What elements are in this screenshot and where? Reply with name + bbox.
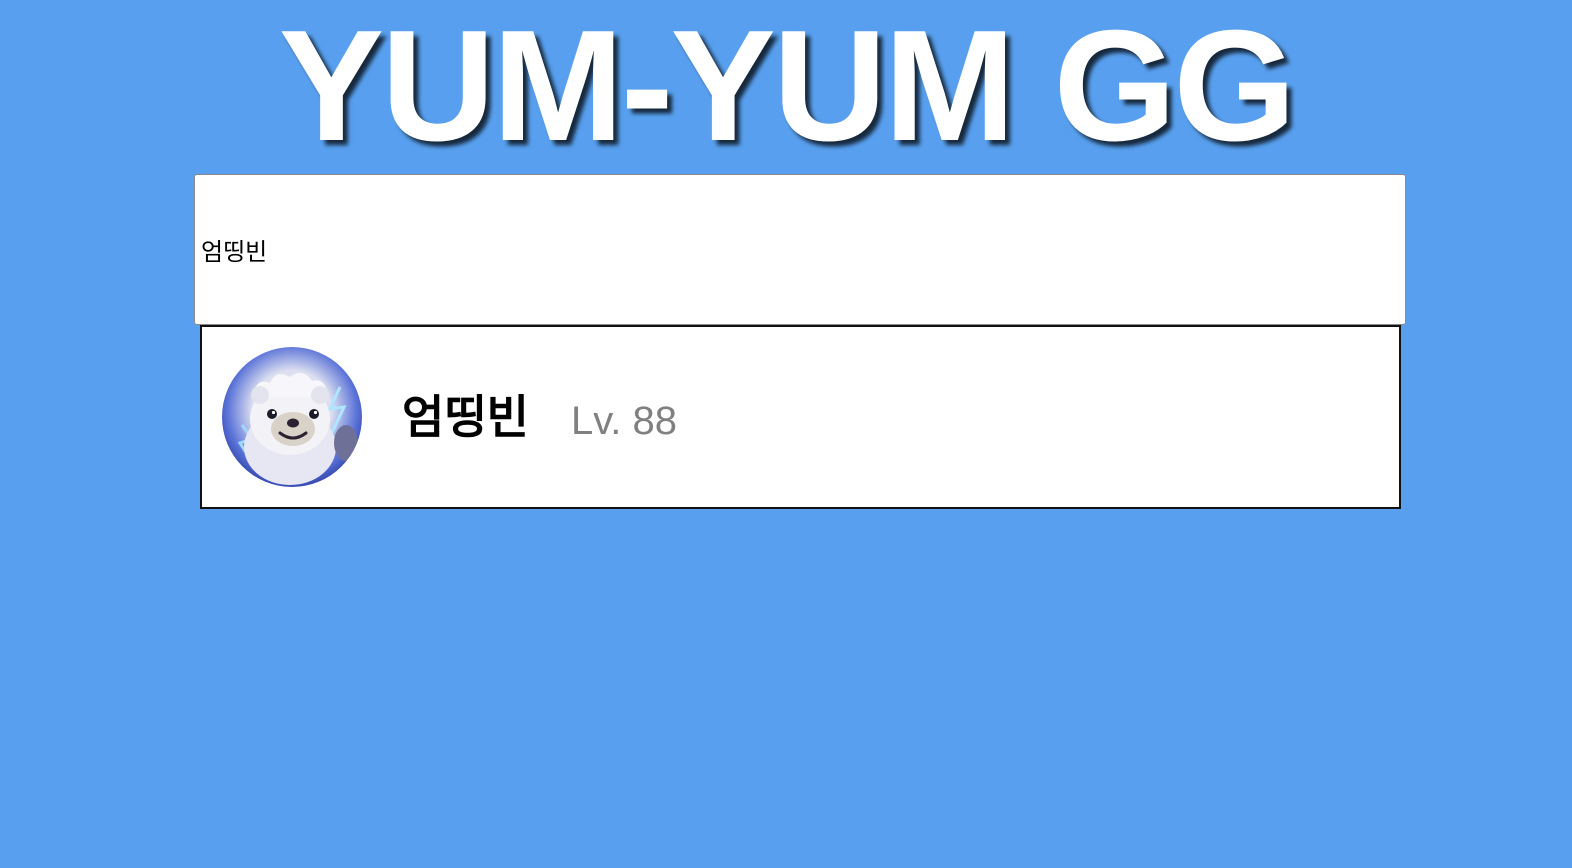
summoner-avatar bbox=[222, 347, 362, 487]
page: YUM-YUM GG 엄띵빈 엄띵빈 Lv. 88 bbox=[0, 0, 1572, 868]
summoner-search-input[interactable] bbox=[194, 174, 1406, 325]
site-logo[interactable]: YUM-YUM GG bbox=[0, 0, 1572, 172]
summoner-level: Lv. 88 bbox=[570, 399, 677, 443]
snow-bear-profile-icon bbox=[237, 372, 358, 485]
summoner-name: 엄띵빈 bbox=[402, 390, 529, 444]
summoner-result-card[interactable]: 엄띵빈 Lv. 88 bbox=[200, 325, 1401, 509]
